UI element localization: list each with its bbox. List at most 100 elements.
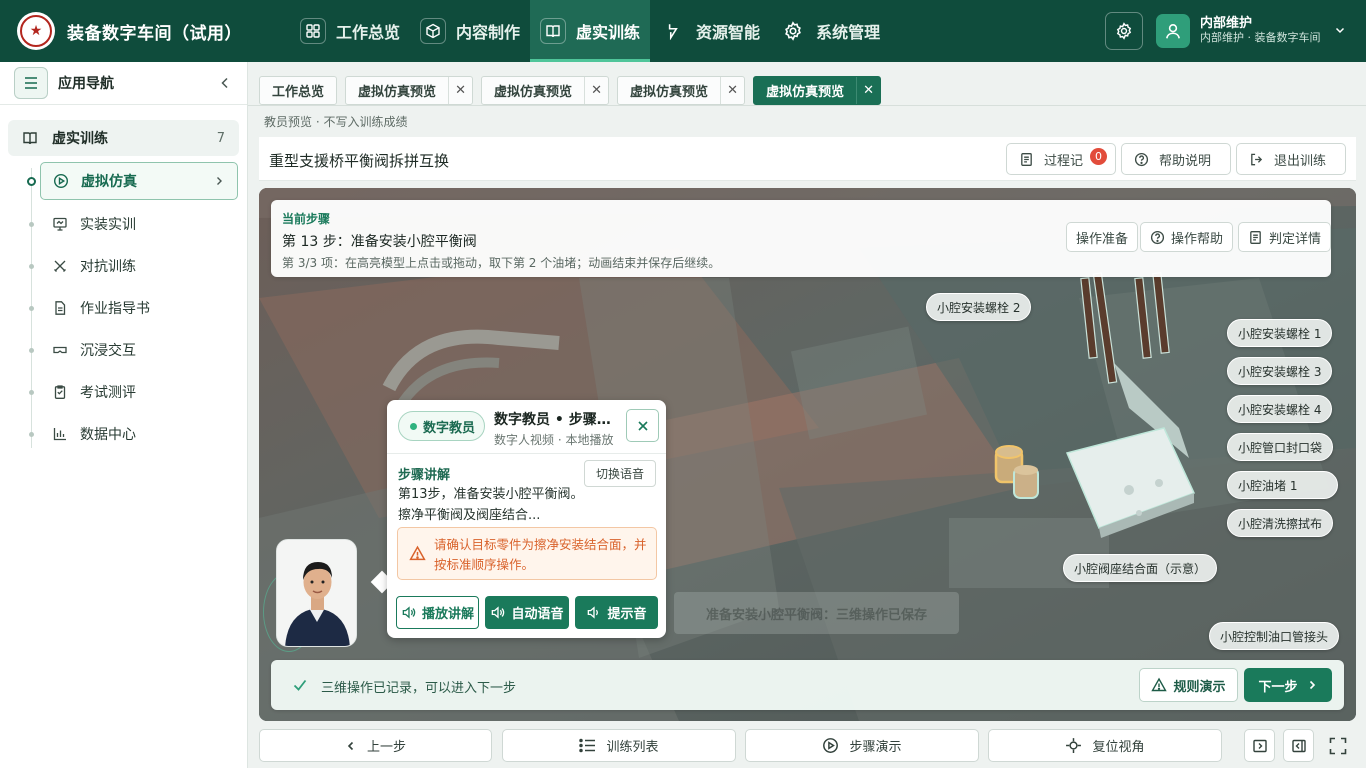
close-icon[interactable]: ✕ <box>720 77 744 104</box>
toggle-left-panel-button[interactable] <box>1244 729 1275 762</box>
document-icon <box>55 301 66 315</box>
user-subtitle: 内部维护 · 装备数字车间 <box>1200 31 1321 44</box>
part-label-valve-seat[interactable]: 小腔阀座结合面（示意） <box>1063 554 1218 582</box>
close-icon[interactable]: ✕ <box>856 77 880 104</box>
sidebar-group-count: 7 <box>216 130 225 146</box>
switch-voice-button[interactable]: 切换语音 <box>584 460 656 487</box>
part-label-cleaning-cloth[interactable]: 小腔清洗擦拭布 <box>1227 509 1334 537</box>
help-button[interactable]: 帮助说明 <box>1121 143 1231 175</box>
chevron-right-icon <box>217 177 222 185</box>
part-label-bolt-2[interactable]: 小腔安装螺栓 2 <box>926 293 1032 321</box>
warning-box: 请确认目标零件为擦净安装结合面，并按标准顺序操作。 <box>397 527 657 580</box>
tab-overview[interactable]: 工作总览 <box>259 76 338 105</box>
sidebar-item-immersive[interactable]: 沉浸交互 <box>29 331 238 369</box>
sidebar-item-exam[interactable]: 考试测评 <box>29 373 238 411</box>
operation-help-button[interactable]: 操作帮助 <box>1140 222 1234 252</box>
teacher-portrait <box>277 540 356 646</box>
emblem-icon: ★ <box>20 15 52 47</box>
warning-text: 请确认目标零件为擦净安装结合面，并按标准顺序操作。 <box>434 537 647 572</box>
part-label-oil-plug-1[interactable]: 小腔油堵 1 <box>1227 471 1338 499</box>
sidebar-group-training[interactable]: 虚实训练 7 <box>8 120 239 156</box>
sidebar: 应用导航 虚实训练 7 虚拟仿真 实装实训 对抗训练 作业指导书 沉浸交互 考试… <box>0 62 248 768</box>
reset-view-button[interactable]: 复位视角 <box>988 729 1222 762</box>
topnav-label: 资源智能 <box>696 23 761 42</box>
fullscreen-button[interactable] <box>1322 729 1353 762</box>
topnav-item-overview[interactable]: 工作总览 <box>290 0 410 62</box>
step-title: 第 13 步：准备安装小腔平衡阀 <box>282 234 477 250</box>
settings-button[interactable] <box>1105 12 1143 50</box>
part-label-seal-bag[interactable]: 小腔管口封口袋 <box>1227 433 1334 461</box>
sidebar-item-label: 沉浸交互 <box>80 343 136 359</box>
tab-sim-preview-1[interactable]: 虚拟仿真预览 ✕ <box>345 76 474 105</box>
rule-demo-button[interactable]: 规则演示 <box>1139 668 1238 702</box>
sidebar-item-label: 对抗训练 <box>80 259 136 275</box>
document-icon <box>1250 230 1261 244</box>
step-demo-button[interactable]: 步骤演示 <box>745 729 979 762</box>
sidebar-item-label: 考试测评 <box>80 385 136 401</box>
warning-icon <box>409 545 426 561</box>
sidebar-item-data-center[interactable]: 数据中心 <box>29 415 238 453</box>
digital-teacher-panel: 数字教员 数字教员 • 步骤讲解 数字人视频 · 本地播放 步骤讲解 切换语音 … <box>387 400 666 638</box>
part-label-oil-port-connector[interactable]: 小腔控制油口管接头 <box>1209 622 1340 650</box>
lightning-icon <box>660 18 686 44</box>
user-name: 内部维护 <box>1200 16 1253 31</box>
tab-strip: 工作总览 虚拟仿真预览 ✕ 虚拟仿真预览 ✕ 虚拟仿真预览 ✕ 虚拟仿真预览 ✕ <box>259 76 889 106</box>
topnav-item-resources[interactable]: 资源智能 <box>650 0 770 62</box>
topnav-label: 系统管理 <box>816 23 881 42</box>
logout-icon <box>1251 153 1263 165</box>
operation-prepare-button[interactable]: 操作准备 <box>1066 222 1139 252</box>
top-bar: ★ 装备数字车间（试用） 工作总览 内容制作 虚实训练 资源智能 系统管理 内部… <box>0 0 1366 62</box>
menu-toggle-button[interactable] <box>14 67 48 99</box>
topnav-item-content[interactable]: 内容制作 <box>410 0 530 62</box>
crosshair-icon <box>1066 738 1082 753</box>
tab-sim-preview-3[interactable]: 虚拟仿真预览 ✕ <box>617 76 746 105</box>
close-icon <box>637 420 648 431</box>
prompt-tone-button[interactable]: 提示音 <box>575 596 658 629</box>
chevron-right-icon <box>1309 680 1315 690</box>
close-icon[interactable]: ✕ <box>584 77 608 104</box>
topnav-item-system[interactable]: 系统管理 <box>770 0 890 62</box>
sidebar-item-work-guide[interactable]: 作业指导书 <box>29 289 238 327</box>
book-icon <box>23 132 37 145</box>
current-step-card: 当前步骤 第 13 步：准备安装小腔平衡阀 第 3/3 项：在高亮模型上点击或拖… <box>271 200 1331 277</box>
part-label-bolt-4[interactable]: 小腔安装螺栓 4 <box>1227 395 1333 423</box>
panel-left-icon <box>1252 739 1267 752</box>
swords-icon <box>54 260 66 272</box>
avatar <box>1156 14 1190 48</box>
close-icon[interactable]: ✕ <box>448 77 472 104</box>
warning-icon <box>1151 677 1168 692</box>
exit-training-button[interactable]: 退出训练 <box>1236 143 1346 175</box>
topnav-item-training[interactable]: 虚实训练 <box>530 0 651 62</box>
preview-hint: 教员预览 · 不写入训练成绩 <box>264 115 408 129</box>
toggle-right-panel-button[interactable] <box>1283 729 1314 762</box>
prev-step-button[interactable]: 上一步 <box>259 729 492 762</box>
document-icon <box>1021 152 1032 166</box>
sidebar-item-virtual-sim[interactable]: 虚拟仿真 <box>27 162 238 200</box>
chevron-left-icon[interactable] <box>218 76 232 90</box>
process-record-button[interactable]: 过程记 0 <box>1006 143 1116 175</box>
user-menu[interactable]: 内部维护 内部维护 · 装备数字车间 <box>1156 11 1356 51</box>
toast-message: 准备安装小腔平衡阀：三维操作已保存 <box>674 592 959 634</box>
count-badge: 0 <box>1090 148 1107 165</box>
auto-voice-button[interactable]: 自动语音 <box>485 596 569 629</box>
tab-sim-preview-4[interactable]: 虚拟仿真预览 ✕ <box>753 76 882 105</box>
tab-sim-preview-2[interactable]: 虚拟仿真预览 ✕ <box>481 76 610 105</box>
training-list-button[interactable]: 训练列表 <box>502 729 736 762</box>
fullscreen-icon <box>1329 737 1346 754</box>
speaker-icon <box>402 606 416 619</box>
next-step-button[interactable]: 下一步 <box>1244 668 1332 702</box>
sidebar-item-real-training[interactable]: 实装实训 <box>29 205 238 243</box>
teacher-title: 数字教员 • 步骤讲解 <box>494 412 619 428</box>
sidebar-item-label: 实装实训 <box>80 217 136 233</box>
page-title: 重型支援桥平衡阀拆拼互换 <box>269 152 450 170</box>
judge-details-button[interactable]: 判定详情 <box>1238 222 1331 252</box>
section-title: 步骤讲解 <box>398 468 451 483</box>
app-title: 装备数字车间（试用） <box>67 23 242 44</box>
play-explanation-button[interactable]: 播放讲解 <box>396 596 479 629</box>
part-label-bolt-1[interactable]: 小腔安装螺栓 1 <box>1227 319 1333 347</box>
sidebar-item-adversarial[interactable]: 对抗训练 <box>29 247 238 285</box>
close-teacher-button[interactable] <box>626 409 659 442</box>
digital-teacher-video[interactable] <box>276 539 357 647</box>
part-label-bolt-3[interactable]: 小腔安装螺栓 3 <box>1227 357 1333 385</box>
book-icon <box>540 18 567 44</box>
